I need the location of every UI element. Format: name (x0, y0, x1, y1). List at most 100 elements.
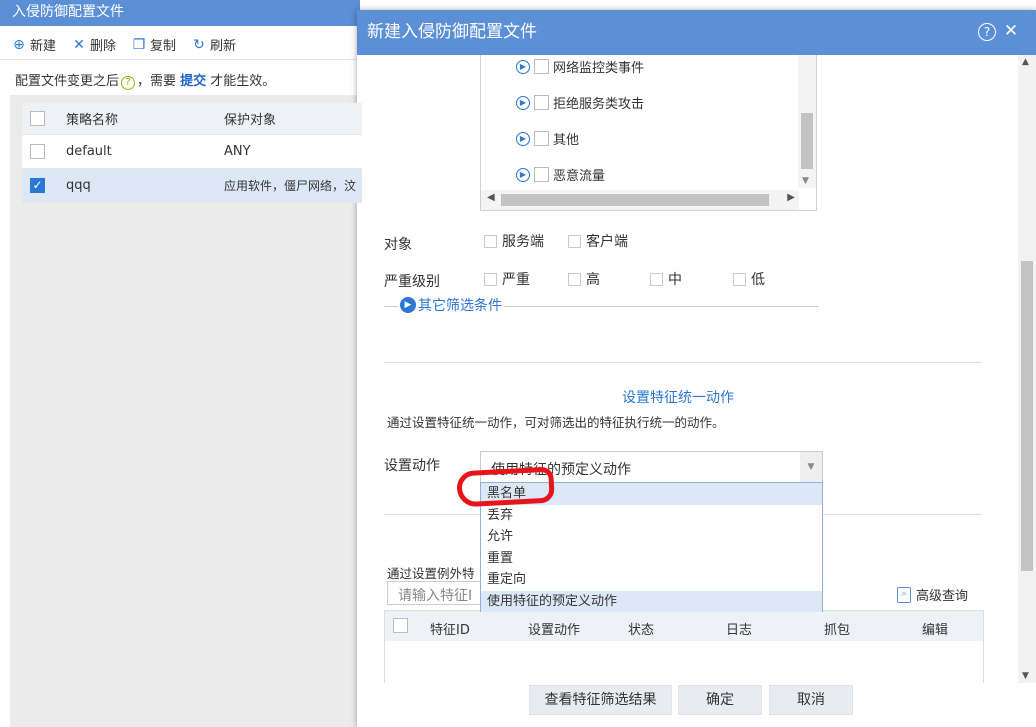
low-checkbox[interactable] (733, 272, 746, 286)
scroll-thumb[interactable] (1021, 261, 1033, 571)
new-button[interactable]: ⊕ 新建 (12, 35, 57, 55)
high-checkbox[interactable] (568, 272, 581, 286)
dialog-body: ▶ 网络监控类事件 ▶ 拒绝服务类攻击 ▶ 其他 ▶ 恶意流量 ▼ ◀ ▶ 对象 服务端 … (357, 55, 1036, 683)
action-option-predefined[interactable]: 使用特征的预定义动作 (481, 590, 822, 612)
expand-icon[interactable]: ▶ (516, 95, 530, 110)
event-label: 网络监控类事件 (553, 61, 645, 76)
section-description: 通过设置特征统一动作，可对筛选出的特征执行统一的动作。 (387, 415, 725, 430)
background-toolbar: ⊕ 新建 ✕ 删除 ❐ 复制 ↻ 刷新 (0, 30, 360, 60)
severity-critical-option[interactable]: 严重 (484, 269, 530, 289)
server-label: 服务端 (502, 234, 544, 250)
col-capture: 抓包 (824, 623, 851, 638)
row-checkbox[interactable] (30, 144, 45, 159)
action-label: 设置动作 (384, 458, 440, 474)
event-checkbox[interactable] (534, 167, 549, 182)
expand-icon[interactable]: ▶ (516, 59, 530, 74)
table-row[interactable]: default ANY (22, 135, 362, 169)
action-option-allow[interactable]: 允许 (481, 526, 822, 548)
expand-icon[interactable]: ▶ (516, 131, 530, 146)
commit-link[interactable]: 提交 (180, 74, 206, 89)
close-icon[interactable]: ✕ (1002, 23, 1020, 41)
server-checkbox[interactable] (484, 234, 497, 248)
new-label: 新建 (30, 39, 57, 54)
col-log: 日志 (726, 623, 753, 638)
critical-label: 严重 (502, 272, 530, 288)
signature-search-input[interactable]: 请输入特征I (387, 581, 495, 605)
action-option-drop[interactable]: 丢弃 (481, 505, 822, 527)
scroll-thumb[interactable] (801, 113, 813, 169)
other-filters-toggle[interactable]: ▶ 其它筛选条件 (384, 295, 819, 319)
copy-button[interactable]: ❐ 复制 (132, 35, 177, 55)
help-icon[interactable]: ? (121, 76, 136, 90)
cancel-button[interactable]: 取消 (769, 685, 853, 715)
list-item[interactable]: ▶ 恶意流量 (516, 165, 605, 184)
section-title: 设置特征统一动作 (622, 390, 734, 406)
notice-middle: ，需要 (137, 74, 181, 89)
ok-button[interactable]: 确定 (678, 685, 762, 715)
delete-button[interactable]: ✕ 删除 (72, 35, 117, 55)
scroll-up-icon[interactable]: ▲ (1022, 57, 1029, 67)
commit-notice: 配置文件变更之后? ，需要 提交 才能生效。 (15, 70, 275, 90)
delete-label: 删除 (90, 39, 117, 54)
severity-high-option[interactable]: 高 (568, 269, 600, 289)
background-title: 入侵防御配置文件 (0, 0, 360, 26)
refresh-label: 刷新 (210, 39, 237, 54)
scroll-down-icon[interactable]: ▼ (1022, 671, 1029, 681)
row-object: 应用软件，僵尸网络，汶 (224, 179, 357, 193)
expand-icon[interactable]: ▶ (516, 167, 530, 182)
scroll-down-icon[interactable]: ▼ (802, 176, 809, 186)
scroll-thumb[interactable] (501, 194, 769, 206)
list-item[interactable]: ▶ 其他 (516, 129, 579, 148)
client-checkbox[interactable] (568, 234, 581, 248)
event-list-hscroll[interactable]: ◀ ▶ (481, 190, 799, 210)
target-server-option[interactable]: 服务端 (484, 231, 544, 251)
col-signature-id: 特征ID (430, 623, 470, 638)
event-type-list: ▶ 网络监控类事件 ▶ 拒绝服务类攻击 ▶ 其他 ▶ 恶意流量 ▼ ◀ ▶ (480, 55, 817, 211)
severity-medium-option[interactable]: 中 (650, 269, 682, 289)
target-label: 对象 (384, 237, 412, 253)
advanced-query-label: 高级查询 (916, 589, 969, 604)
target-client-option[interactable]: 客户端 (568, 231, 628, 251)
severity-label: 严重级别 (384, 274, 440, 290)
event-checkbox[interactable] (534, 131, 549, 146)
exception-description: 通过设置例外特 (387, 566, 475, 581)
critical-checkbox[interactable] (484, 272, 497, 286)
event-list-vscroll[interactable]: ▼ (798, 55, 816, 188)
copy-label: 复制 (150, 39, 177, 54)
row-name: default (66, 144, 112, 159)
client-label: 客户端 (586, 234, 628, 250)
row-object: ANY (224, 144, 251, 159)
row-name: qqq (66, 178, 91, 193)
event-checkbox[interactable] (534, 59, 549, 74)
scroll-right-icon[interactable]: ▶ (787, 192, 795, 203)
refresh-icon: ↻ (193, 36, 205, 53)
list-item[interactable]: ▶ 拒绝服务类攻击 (516, 93, 644, 112)
view-results-button[interactable]: 查看特征筛选结果 (529, 685, 672, 715)
row-checkbox[interactable]: ✓ (30, 178, 45, 193)
scroll-left-icon[interactable]: ◀ (487, 192, 495, 203)
col-status: 状态 (628, 623, 655, 638)
exception-table: 特征ID 设置动作 状态 日志 抓包 编辑 (384, 610, 984, 683)
new-profile-dialog: 新建入侵防御配置文件 ? ✕ ▶ 网络监控类事件 ▶ 拒绝服务类攻击 ▶ 其他 ▶ 恶意… (357, 10, 1036, 727)
select-all-checkbox[interactable] (393, 618, 408, 633)
medium-checkbox[interactable] (650, 272, 663, 286)
event-checkbox[interactable] (534, 95, 549, 110)
list-item[interactable]: ▶ 网络监控类事件 (516, 57, 644, 76)
notice-before: 配置文件变更之后 (15, 74, 120, 89)
expand-arrow-icon[interactable]: ▶ (400, 297, 416, 313)
table-row[interactable]: ✓ qqq 应用软件，僵尸网络，汶 (22, 169, 362, 203)
dialog-vscroll[interactable]: ▲ ▼ (1018, 55, 1036, 683)
red-annotation-circle (456, 466, 555, 508)
select-all-checkbox[interactable] (30, 111, 45, 126)
advanced-query-button[interactable]: ⌕ 高级查询 (897, 585, 968, 604)
table-header: 特征ID 设置动作 状态 日志 抓包 编辑 (385, 611, 983, 641)
header-protect-object: 保护对象 (224, 113, 277, 128)
table-header: 策略名称 保护对象 (22, 103, 362, 135)
help-icon[interactable]: ? (978, 23, 996, 41)
action-option-redirect[interactable]: 重定向 (481, 569, 822, 591)
chevron-down-icon[interactable]: ▼ (800, 452, 822, 482)
refresh-button[interactable]: ↻ 刷新 (192, 35, 237, 55)
high-label: 高 (586, 272, 600, 288)
severity-low-option[interactable]: 低 (733, 269, 765, 289)
action-option-reset[interactable]: 重置 (481, 548, 822, 570)
